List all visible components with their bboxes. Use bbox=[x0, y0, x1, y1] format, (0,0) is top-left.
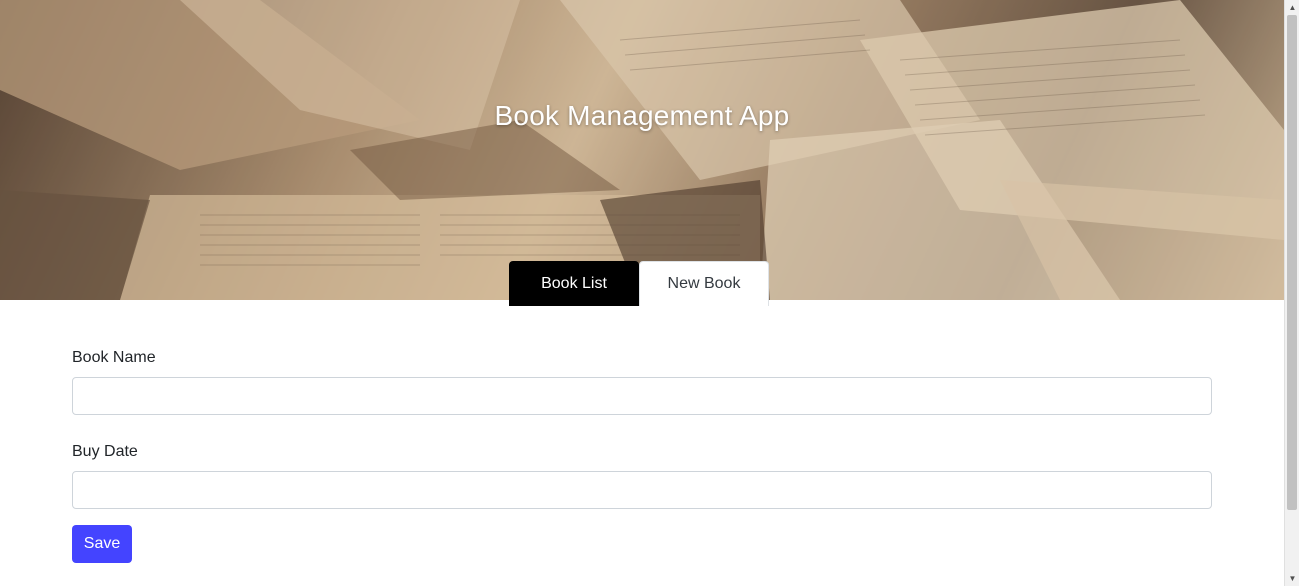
vertical-scrollbar[interactable]: ▲ ▼ bbox=[1284, 0, 1299, 586]
buy-date-input[interactable] bbox=[72, 471, 1212, 509]
books-background-image bbox=[0, 0, 1284, 300]
tab-new-book[interactable]: New Book bbox=[639, 261, 769, 306]
new-book-form: Book Name Buy Date Save bbox=[72, 347, 1212, 563]
book-name-input[interactable] bbox=[72, 377, 1212, 415]
page: Book Management App Book List New Book B… bbox=[0, 0, 1284, 586]
scroll-up-arrow-icon[interactable]: ▲ bbox=[1285, 0, 1299, 15]
buy-date-group: Buy Date bbox=[72, 441, 1212, 509]
app-title: Book Management App bbox=[494, 100, 790, 131]
scroll-down-arrow-icon[interactable]: ▼ bbox=[1285, 571, 1299, 586]
buy-date-label: Buy Date bbox=[72, 443, 138, 460]
book-name-label: Book Name bbox=[72, 349, 156, 366]
hero-banner: Book Management App bbox=[0, 0, 1284, 300]
tab-book-list[interactable]: Book List bbox=[509, 261, 639, 306]
book-name-group: Book Name bbox=[72, 347, 1212, 415]
scrollbar-thumb[interactable] bbox=[1287, 15, 1297, 510]
tab-bar: Book List New Book bbox=[509, 261, 769, 306]
save-button[interactable]: Save bbox=[72, 525, 132, 563]
